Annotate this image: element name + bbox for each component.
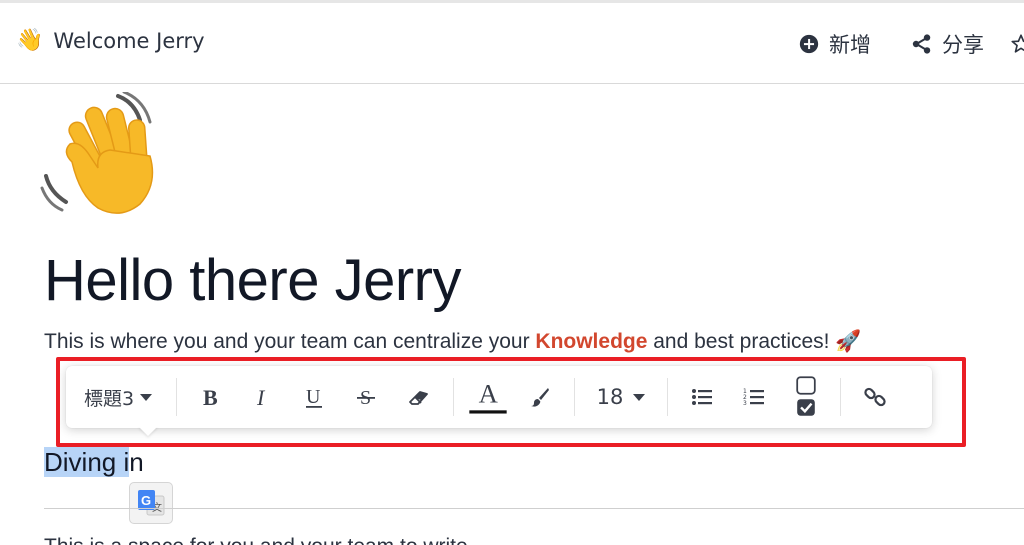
intro-paragraph: This is where you and your team can cent… [44, 330, 862, 354]
page-heading: Hello there Jerry [44, 248, 461, 313]
add-button[interactable]: 新增 [798, 29, 871, 59]
header-actions: 新增 分享 [758, 29, 1024, 59]
wave-hand-icon [40, 92, 154, 214]
paragraph-text: This is a space for you and your team to… [44, 535, 468, 545]
share-icon [912, 34, 931, 54]
share-button[interactable]: 分享 [911, 29, 984, 59]
translate-icon: 文 G [138, 490, 165, 516]
google-translate-button[interactable]: 文 G [129, 482, 173, 524]
page-title: Welcome Jerry [53, 29, 205, 53]
star-icon [1011, 34, 1024, 53]
favorite-button[interactable] [1010, 33, 1024, 55]
svg-text:G: G [141, 493, 151, 508]
section-heading-rest: n [129, 447, 144, 477]
add-button-label: 新增 [829, 33, 871, 57]
knowledge-keyword: Knowledge [535, 330, 648, 353]
content-divider [44, 508, 1024, 509]
plus-circle-icon [799, 34, 819, 54]
section-heading[interactable]: Diving in [44, 447, 144, 478]
page-breadcrumb-title[interactable]: 👋 Welcome Jerry [16, 29, 205, 53]
selected-text: Diving i [44, 447, 130, 477]
annotation-highlight-frame [56, 357, 966, 447]
intro-text-end: and best practices! 🚀 [647, 330, 862, 353]
page-header: 👋 Welcome Jerry 新增 分享 [0, 3, 1024, 84]
share-button-label: 分享 [942, 33, 984, 57]
intro-text-start: This is where you and your team can cent… [44, 330, 536, 353]
wave-emoji-icon: 👋 [16, 28, 44, 53]
